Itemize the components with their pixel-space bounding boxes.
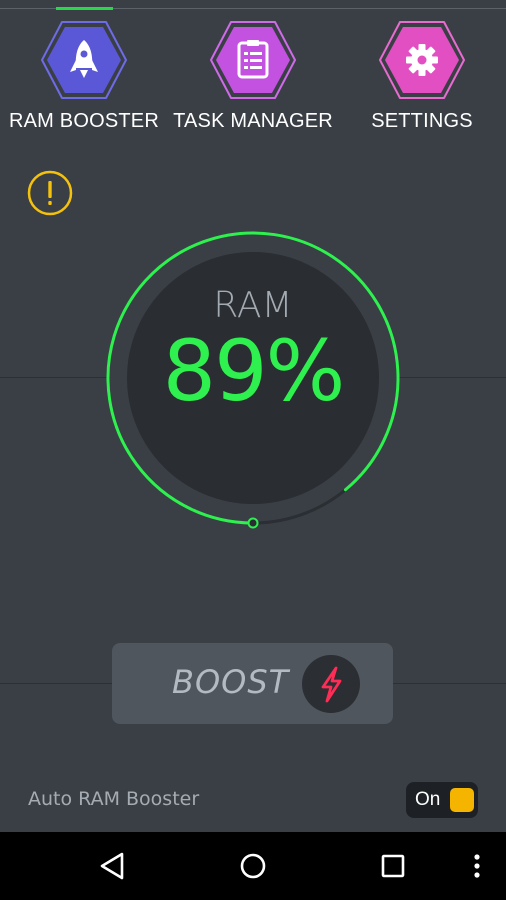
gauge-divider-left: [0, 377, 110, 378]
nav-task-manager-label: TASK MANAGER: [173, 110, 333, 132]
system-navigation-bar: [0, 832, 506, 900]
nav-ram-booster-label: RAM BOOSTER: [9, 110, 159, 132]
gauge-start-dot: [247, 517, 259, 529]
boost-button[interactable]: BOOST: [112, 643, 393, 724]
lightning-bolt-icon: [302, 655, 360, 713]
nav-ram-booster[interactable]: RAM BOOSTER: [0, 20, 169, 140]
ram-percentage: 89%: [162, 322, 346, 420]
active-tab-indicator: [56, 7, 113, 10]
nav-settings[interactable]: SETTINGS: [337, 20, 506, 140]
toggle-state-text: On: [415, 789, 441, 810]
home-icon[interactable]: [233, 846, 273, 886]
back-icon[interactable]: [93, 846, 133, 886]
boost-divider-left: [0, 683, 112, 684]
auto-ram-booster-label: Auto RAM Booster: [28, 788, 200, 810]
nav-settings-label: SETTINGS: [371, 110, 473, 132]
boost-divider-right: [393, 683, 506, 684]
nav-task-manager[interactable]: TASK MANAGER: [168, 20, 338, 140]
toggle-knob: [450, 788, 474, 812]
auto-ram-booster-toggle[interactable]: On: [406, 782, 478, 818]
boost-button-label: BOOST: [172, 663, 290, 701]
recent-apps-icon[interactable]: [373, 846, 413, 886]
rocket-icon: [41, 21, 127, 99]
gauge-divider-right: [396, 377, 506, 378]
gear-icon: [379, 21, 465, 99]
more-vert-icon[interactable]: [462, 846, 492, 886]
clipboard-list-icon: [210, 21, 296, 99]
warning-icon[interactable]: [27, 170, 73, 216]
gauge-label: RAM: [213, 285, 293, 326]
